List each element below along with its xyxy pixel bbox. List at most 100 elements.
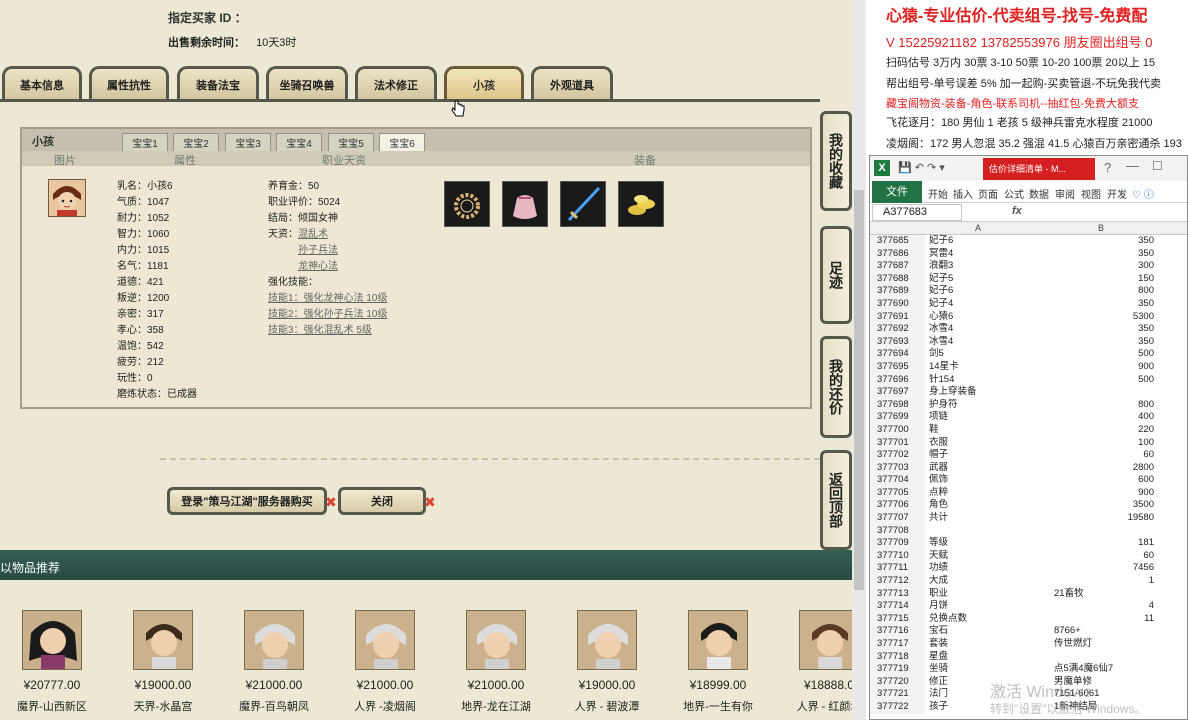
sheet-row[interactable]: 377703 武器 2800 [870, 461, 1187, 475]
sword-item-icon[interactable] [560, 181, 606, 227]
cell-b[interactable]: 350 [1054, 248, 1154, 261]
login-buy-button[interactable]: 登录"策马江湖"服务器购买 [167, 487, 327, 515]
cell-b[interactable]: 7456 [1054, 562, 1154, 575]
row-number[interactable]: 377706 [870, 499, 925, 513]
cell-a[interactable]: 浪翻3 [929, 260, 1049, 273]
footprint-button[interactable]: 足迹 [820, 226, 852, 324]
row-number[interactable]: 377720 [870, 675, 925, 689]
cell-b[interactable]: 350 [1054, 298, 1154, 311]
sheet-row[interactable]: 377705 点粹 900 [870, 486, 1187, 500]
tab-basic-info[interactable]: 基本信息 [2, 66, 82, 100]
row-number[interactable]: 377708 [870, 524, 925, 538]
cell-b[interactable]: 1 [1054, 575, 1154, 588]
subtab-baby1[interactable]: 宝宝1 [122, 133, 168, 151]
column-b-header[interactable]: B [1098, 223, 1104, 233]
sheet-row[interactable]: 377690 妃子4 350 [870, 297, 1187, 311]
cell-b[interactable]: 传世燃灯 [1054, 638, 1154, 651]
cell-b[interactable]: 8766+ [1054, 625, 1154, 638]
tab-mounts[interactable]: 坐骑召唤兽 [266, 66, 348, 100]
cell-b[interactable]: 11 [1054, 613, 1154, 626]
cell-b[interactable]: 4 [1054, 600, 1154, 613]
cell-a[interactable]: 等级 [929, 537, 1049, 550]
my-bargain-button[interactable]: 我的还价 [820, 336, 852, 438]
sheet-row[interactable]: 377715 兑换点数 11 [870, 612, 1187, 626]
tab-spells[interactable]: 法术修正 [355, 66, 437, 100]
cell-a[interactable]: 职业 [929, 588, 1049, 601]
skill-link[interactable]: 技能2：强化孙子兵法 10级 [268, 307, 387, 323]
row-number[interactable]: 377686 [870, 247, 925, 261]
cell-a[interactable]: 妃子6 [929, 235, 1049, 248]
file-tab[interactable]: 文件 [872, 181, 922, 203]
ribbon-tab[interactable]: 公式 [1004, 186, 1024, 201]
cell-a[interactable]: 项链 [929, 411, 1049, 424]
recommend-item[interactable]: ¥21000.00 魔界-百鸟朝凤 [219, 610, 329, 714]
ribbon-tab[interactable]: 视图 [1081, 186, 1101, 201]
cell-b[interactable]: 600 [1054, 474, 1154, 487]
row-number[interactable]: 377691 [870, 310, 925, 324]
cell-a[interactable]: 功绩 [929, 562, 1049, 575]
row-number[interactable]: 377707 [870, 512, 925, 525]
sheet-row[interactable]: 377710 天赋 60 [870, 549, 1187, 563]
talent-link[interactable]: 混乱术 [298, 229, 328, 240]
row-number[interactable]: 377713 [870, 587, 925, 601]
cell-a[interactable]: 冰雪4 [929, 323, 1049, 336]
row-number[interactable]: 377703 [870, 461, 925, 475]
row-number[interactable]: 377695 [870, 360, 925, 374]
cell-a[interactable]: 心猿6 [929, 311, 1049, 324]
cell-b[interactable]: 100 [1054, 437, 1154, 450]
row-number[interactable]: 377692 [870, 323, 925, 336]
row-number[interactable]: 377711 [870, 562, 925, 576]
sheet-row[interactable]: 377711 功绩 7456 [870, 562, 1187, 576]
cell-a[interactable]: 坐骑 [929, 663, 1049, 676]
tab-appearance[interactable]: 外观道具 [531, 66, 613, 100]
ribbon-tab[interactable]: 数据 [1029, 186, 1049, 201]
cell-a[interactable]: 点粹 [929, 487, 1049, 500]
row-number[interactable]: 377699 [870, 411, 925, 424]
cell-a[interactable]: 角色 [929, 499, 1049, 512]
row-number[interactable]: 377694 [870, 348, 925, 361]
cell-a[interactable]: 身上穿装备 [929, 386, 1049, 399]
sheet-row[interactable]: 377688 妃子5 150 [870, 272, 1187, 286]
row-number[interactable]: 377701 [870, 436, 925, 450]
row-number[interactable]: 377693 [870, 335, 925, 349]
recommend-item[interactable]: ¥18999.00 地界-一生有你 [663, 610, 773, 714]
sheet-row[interactable]: 377685 妃子6 350 [870, 235, 1187, 248]
cell-a[interactable]: 冰雪4 [929, 336, 1049, 349]
cell-b[interactable]: 900 [1054, 487, 1154, 500]
cell-a[interactable]: 套装 [929, 638, 1049, 651]
sheet-row[interactable]: 377697 身上穿装备 [870, 386, 1187, 399]
sheet-row[interactable]: 377707 共计 19580 [870, 512, 1187, 525]
sheet-row[interactable]: 377712 大成 1 [870, 575, 1187, 588]
cell-a[interactable]: 鞋 [929, 424, 1049, 437]
cell-a[interactable]: 针154 [929, 374, 1049, 387]
cell-b[interactable]: 点5满4魔6仙7 [1054, 663, 1154, 676]
row-number[interactable]: 377700 [870, 423, 925, 437]
subtab-baby5[interactable]: 宝宝5 [328, 133, 374, 151]
row-number[interactable]: 377688 [870, 272, 925, 286]
page-scrollbar[interactable] [852, 0, 866, 720]
cell-a[interactable]: 妃子5 [929, 273, 1049, 286]
cell-b[interactable]: 350 [1054, 235, 1154, 248]
cell-b[interactable]: 500 [1054, 348, 1154, 361]
row-number[interactable]: 377715 [870, 612, 925, 626]
cell-a[interactable]: 14星卡 [929, 361, 1049, 374]
cell-b[interactable]: 800 [1054, 399, 1154, 412]
cell-a[interactable]: 星盘 [929, 651, 1049, 664]
cell-a[interactable]: 兑换点数 [929, 613, 1049, 626]
cell-b[interactable]: 3500 [1054, 499, 1154, 512]
cell-b[interactable]: 150 [1054, 273, 1154, 286]
sheet-row[interactable]: 377699 项链 400 [870, 411, 1187, 424]
ribbon-tab[interactable]: 页面 [978, 186, 998, 201]
cell-b[interactable]: 181 [1054, 537, 1154, 550]
subtab-baby6[interactable]: 宝宝6 [379, 133, 425, 151]
minimize-icon[interactable]: — [1126, 158, 1139, 173]
subtab-baby2[interactable]: 宝宝2 [173, 133, 219, 151]
skill-link[interactable]: 技能3：强化混乱术 5级 [268, 323, 387, 339]
row-number[interactable]: 377719 [870, 663, 925, 676]
sheet-row[interactable]: 377709 等级 181 [870, 537, 1187, 550]
save-icon[interactable]: 💾 ↶ ↷ ▾ [898, 161, 945, 174]
ribbon-tab[interactable]: 审阅 [1055, 186, 1075, 201]
sheet-row[interactable]: 377713 职业 21畜牧 [870, 587, 1187, 601]
cell-b[interactable]: 900 [1054, 361, 1154, 374]
sheet-row[interactable]: 377700 鞋 220 [870, 423, 1187, 437]
